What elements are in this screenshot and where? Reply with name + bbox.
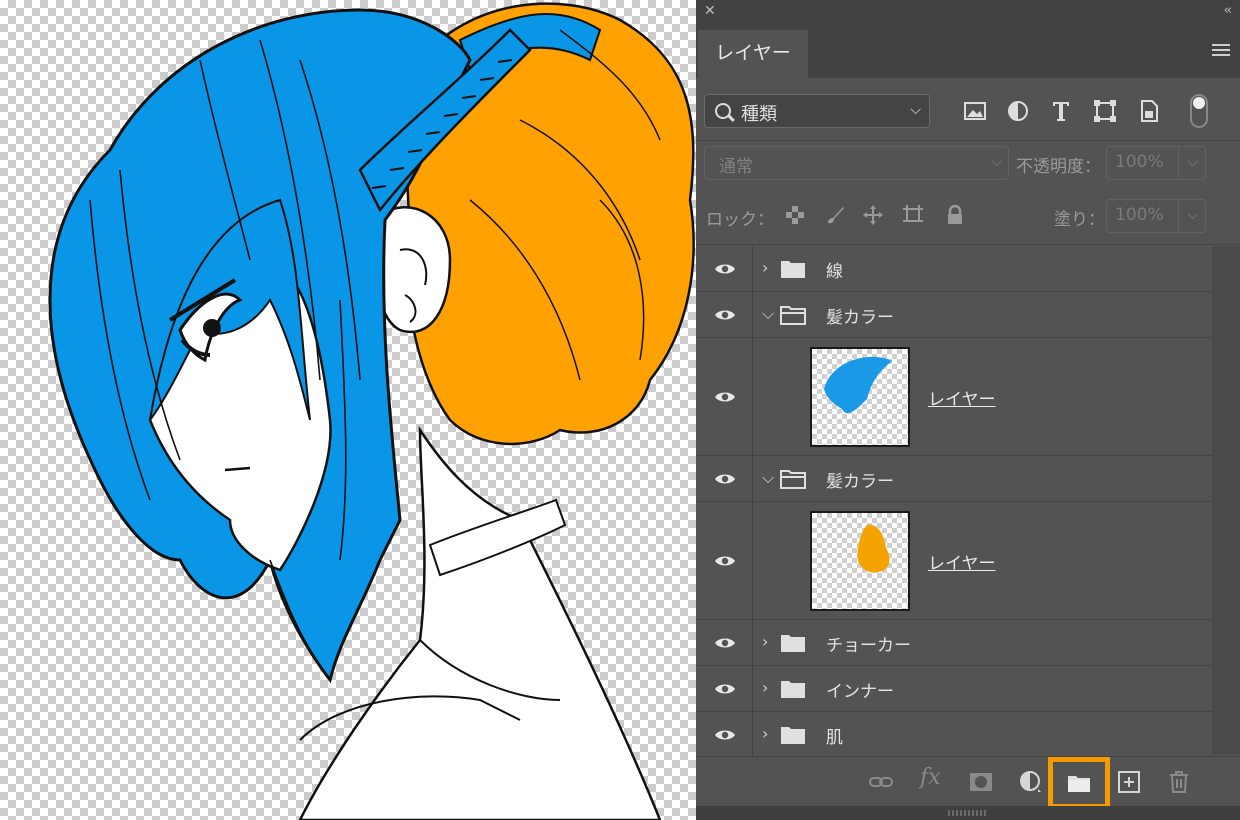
- visibility-cell[interactable]: [696, 620, 753, 665]
- lock-position-icon[interactable]: [862, 204, 884, 226]
- chevron-right-icon[interactable]: ›: [762, 632, 768, 651]
- visibility-cell[interactable]: [696, 246, 753, 291]
- chevron-right-icon[interactable]: ›: [762, 678, 768, 697]
- tab-layers[interactable]: レイヤー: [698, 30, 808, 78]
- blend-mode-select[interactable]: 通常 ⌵: [704, 146, 1009, 180]
- link-icon[interactable]: [868, 769, 894, 795]
- group-name: 髪カラー: [826, 472, 894, 492]
- mask-icon[interactable]: [968, 769, 994, 795]
- visibility-cell[interactable]: [696, 712, 753, 757]
- adjustment-icon[interactable]: [1018, 769, 1044, 795]
- folder-open-icon: [780, 470, 806, 489]
- visibility-cell[interactable]: [696, 338, 753, 455]
- lock-transparent-pixels-icon[interactable]: [784, 204, 806, 226]
- chevron-right-icon[interactable]: ›: [762, 724, 768, 743]
- resize-grip-icon: [948, 810, 988, 816]
- panel-resize-bar[interactable]: [696, 806, 1240, 820]
- folder-icon: [781, 727, 805, 744]
- eye-icon[interactable]: [714, 637, 736, 649]
- eye-icon[interactable]: [714, 263, 736, 275]
- layer-name[interactable]: レイヤー: [928, 385, 996, 410]
- opacity-field[interactable]: 100% ⌵: [1106, 146, 1206, 180]
- layer-group-row[interactable]: › 肌: [696, 712, 1212, 758]
- eye-icon[interactable]: [714, 729, 736, 741]
- fx-icon[interactable]: fx: [920, 765, 946, 791]
- filter-toggle[interactable]: [1190, 94, 1208, 128]
- close-panel-icon[interactable]: ✕: [704, 3, 716, 19]
- layer-list-scrollbar[interactable]: [1212, 246, 1240, 754]
- group-name: 線: [826, 262, 843, 282]
- layer-group-row[interactable]: › インナー: [696, 666, 1212, 712]
- layer-group-row[interactable]: › チョーカー: [696, 620, 1212, 666]
- image-filter-icon[interactable]: [962, 98, 988, 124]
- fill-value: 100%: [1115, 205, 1164, 225]
- smart-object-filter-icon[interactable]: [1136, 98, 1162, 124]
- eye-icon[interactable]: [714, 309, 736, 321]
- layer-list: › 線 ⌵ 髪カラー レイヤー ⌵ 髪カラー レイヤー › チョーカー › インナー › 肌: [696, 246, 1212, 758]
- chevron-right-icon[interactable]: ›: [762, 258, 768, 277]
- panel-menu-icon[interactable]: [1212, 44, 1230, 58]
- adjustment-filter-icon[interactable]: [1005, 98, 1031, 124]
- chevron-down-icon: ⌵: [1187, 154, 1198, 170]
- layer-thumbnail[interactable]: [810, 347, 910, 447]
- layers-bottom-toolbar: fx: [696, 756, 1240, 809]
- visibility-cell[interactable]: [696, 502, 753, 619]
- thumbnail-art: [824, 356, 892, 414]
- eye-icon[interactable]: [714, 683, 736, 695]
- lock-artboard-icon[interactable]: [902, 204, 924, 226]
- fill-label: 塗り：: [1054, 210, 1105, 230]
- chevron-down-icon[interactable]: ⌵: [762, 304, 774, 324]
- eye-icon[interactable]: [714, 473, 736, 485]
- chevron-down-icon: ⌵: [991, 154, 1002, 170]
- chevron-down-icon: ⌵: [1187, 207, 1198, 223]
- new-layer-icon[interactable]: [1116, 769, 1142, 795]
- panel-title-bar: ✕ ‹‹: [696, 0, 1240, 26]
- type-filter-icon[interactable]: [1048, 98, 1074, 124]
- trash-icon[interactable]: [1166, 769, 1192, 795]
- group-name: インナー: [826, 682, 894, 702]
- layer-group-row[interactable]: ⌵ 髪カラー: [696, 456, 1212, 502]
- layer-row[interactable]: レイヤー: [696, 338, 1212, 456]
- layer-name[interactable]: レイヤー: [928, 549, 996, 574]
- layers-panel: ✕ ‹‹ レイヤー 種類 ⌵ 通常 ⌵ 不透明度： 100% ⌵ ロック： 塗り…: [696, 0, 1240, 820]
- folder-icon: [781, 635, 805, 652]
- search-icon: [715, 103, 731, 119]
- fill-field[interactable]: 100% ⌵: [1106, 199, 1206, 233]
- group-name: チョーカー: [826, 636, 911, 656]
- lock-all-icon[interactable]: [944, 204, 966, 226]
- thumbnail-art: [857, 524, 890, 573]
- opacity-label: 不透明度：: [1016, 157, 1101, 177]
- eye-icon[interactable]: [714, 555, 736, 567]
- lock-image-pixels-icon[interactable]: [824, 204, 846, 226]
- folder-icon: [781, 681, 805, 698]
- layer-group-row[interactable]: › 線: [696, 246, 1212, 292]
- document-canvas[interactable]: [0, 0, 696, 820]
- folder-open-icon: [780, 306, 806, 325]
- layer-row[interactable]: レイヤー: [696, 502, 1212, 620]
- chevron-down-icon[interactable]: ⌵: [762, 468, 774, 488]
- group-name: 肌: [826, 728, 843, 748]
- eye-icon[interactable]: [714, 391, 736, 403]
- visibility-cell[interactable]: [696, 292, 753, 337]
- new-group-highlight: [1048, 757, 1110, 809]
- chevron-down-icon: ⌵: [910, 102, 921, 118]
- illustration: [48, 2, 695, 820]
- layer-filter-select[interactable]: 種類 ⌵: [704, 94, 930, 128]
- folder-icon: [781, 261, 805, 278]
- tab-strip: レイヤー: [696, 26, 1240, 78]
- visibility-cell[interactable]: [696, 666, 753, 711]
- visibility-cell[interactable]: [696, 456, 753, 501]
- lock-label: ロック：: [706, 210, 774, 230]
- ear: [374, 206, 452, 334]
- filter-select-value: 種類: [741, 104, 777, 125]
- layer-group-row[interactable]: ⌵ 髪カラー: [696, 292, 1212, 338]
- blend-mode-value: 通常: [719, 157, 753, 177]
- group-name: 髪カラー: [826, 308, 894, 328]
- collapse-panel-icon[interactable]: ‹‹: [1224, 3, 1233, 18]
- layer-thumbnail[interactable]: [810, 511, 910, 611]
- opacity-value: 100%: [1115, 152, 1164, 172]
- shape-filter-icon[interactable]: [1092, 98, 1118, 124]
